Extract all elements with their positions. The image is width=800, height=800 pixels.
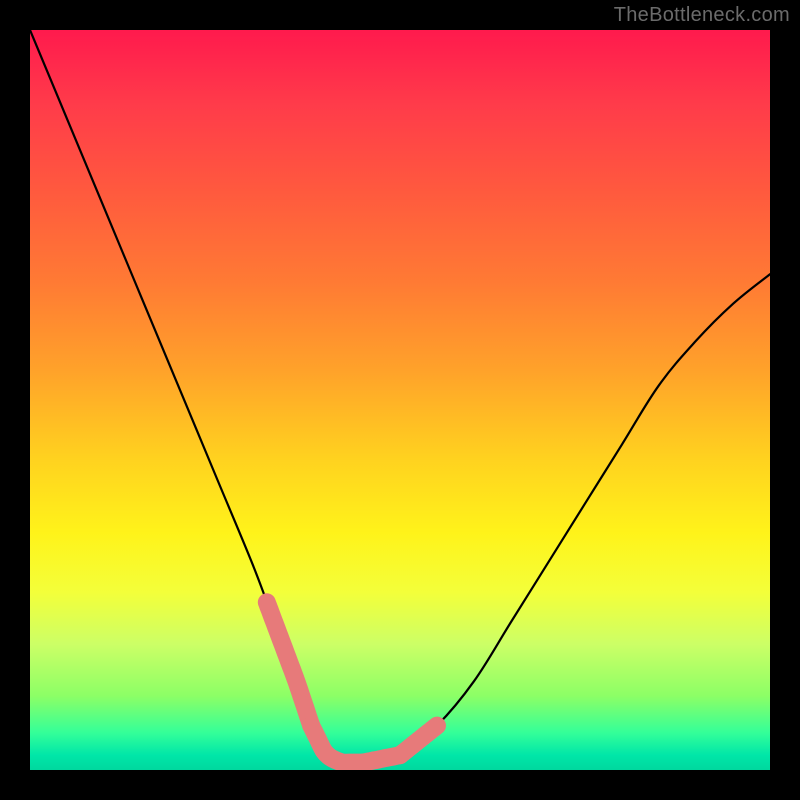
attribution-text: TheBottleneck.com — [614, 4, 790, 27]
highlight-left-shoulder — [267, 602, 311, 725]
chart-frame: TheBottleneck.com — [0, 0, 800, 800]
plot-area — [30, 30, 770, 770]
highlight-right-shoulder — [400, 726, 437, 756]
bottleneck-curve — [30, 30, 770, 764]
highlight-valley-floor — [311, 726, 400, 763]
curve-layer — [30, 30, 770, 770]
